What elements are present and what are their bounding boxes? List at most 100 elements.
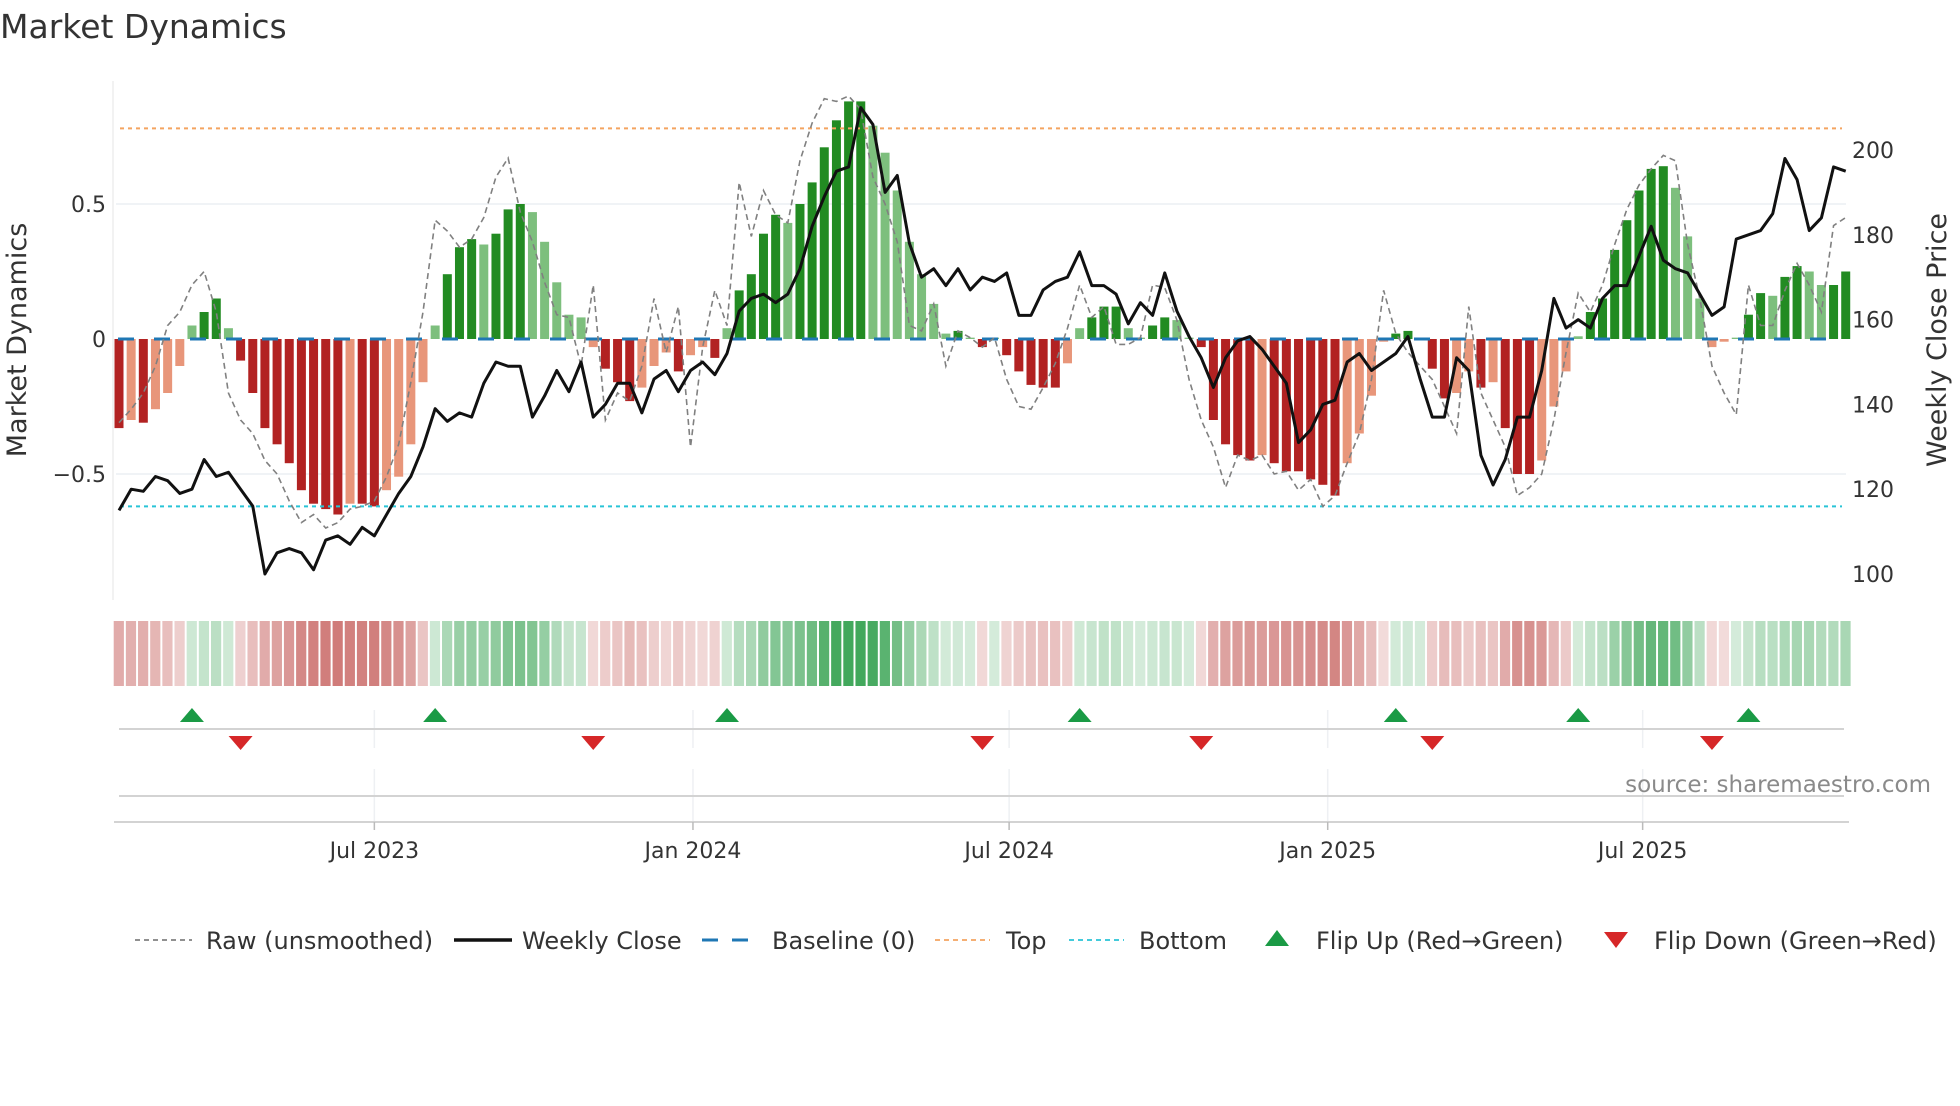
momentum-bar	[515, 204, 525, 339]
momentum-bar	[1488, 339, 1498, 383]
legend-label: Flip Down (Green→Red)	[1654, 927, 1937, 955]
heat-strip-cell	[648, 621, 659, 686]
momentum-bar	[783, 222, 793, 339]
momentum-bar	[309, 339, 319, 504]
legend-item: Weekly Close	[454, 927, 682, 955]
legend-label: Top	[1005, 927, 1047, 955]
heat-strip-cell	[1013, 621, 1024, 686]
heat-strip-cell	[1779, 621, 1790, 686]
heat-strip-cell	[733, 621, 745, 686]
heat-strip-cell	[344, 621, 355, 686]
legend-label: Raw (unsmoothed)	[206, 927, 433, 955]
heat-strip-cell	[904, 621, 915, 686]
momentum-bar	[284, 339, 294, 464]
momentum-bar	[199, 312, 209, 339]
legend-item: Flip Down (Green→Red)	[1604, 927, 1937, 955]
heat-strip-cell	[247, 621, 258, 686]
x-tick-label: Jul 2024	[962, 839, 1054, 864]
momentum-bar	[844, 101, 854, 340]
heat-strip-cell	[551, 621, 562, 686]
momentum-bar	[1014, 339, 1024, 372]
heat-strip-cell	[952, 621, 963, 686]
heat-strip-cell	[466, 621, 477, 686]
x-tick-label: Jan 2024	[642, 839, 741, 864]
heat-strip-cell	[977, 621, 988, 686]
heat-strip-cell	[1682, 621, 1693, 686]
heat-strip-cell	[660, 621, 672, 686]
momentum-bar	[357, 339, 367, 504]
heat-strip-cell	[490, 621, 501, 686]
heat-strip-cell	[1803, 621, 1815, 686]
momentum-bar	[138, 339, 148, 423]
momentum-bar	[248, 339, 258, 393]
y-tick-label: −0.5	[53, 463, 106, 488]
y-axis-label: Market Dynamics	[2, 223, 33, 458]
heat-strip-cell	[405, 621, 416, 686]
heat-strip-cell	[1451, 621, 1462, 686]
heat-strip-cell	[308, 621, 319, 686]
heat-strip-cell	[721, 621, 732, 686]
heat-strip-cell	[1110, 621, 1122, 686]
heat-strip-cell	[624, 621, 635, 686]
heat-strip-cell	[259, 621, 270, 686]
heat-strip-cell	[1658, 621, 1669, 686]
heat-strip-cell	[563, 621, 574, 686]
momentum-bar	[1792, 266, 1802, 339]
heat-strip-cell	[1755, 621, 1766, 686]
momentum-bar	[965, 337, 975, 339]
heat-strip-cell	[855, 621, 866, 686]
heat-strip-cell	[1475, 621, 1486, 686]
momentum-bar	[1549, 339, 1559, 407]
momentum-bar	[345, 339, 355, 504]
heat-strip-cell	[916, 621, 927, 686]
momentum-bar	[1160, 317, 1170, 339]
heat-strip-cell	[527, 621, 538, 686]
y2-tick-label: 140	[1852, 393, 1894, 418]
heat-strip-cell	[138, 621, 149, 686]
heat-strip-cell	[442, 621, 453, 686]
flip-up-marker	[1736, 708, 1761, 722]
momentum-bar	[1695, 298, 1705, 339]
heat-strip-cell	[113, 621, 124, 686]
flip-up-marker	[715, 708, 739, 722]
heat-strip-cell	[150, 621, 161, 686]
x-tick-label: Jul 2023	[328, 839, 420, 864]
momentum-bar	[831, 120, 841, 339]
heat-strip-cell	[587, 621, 599, 686]
momentum-bar	[369, 339, 379, 507]
legend-label: Weekly Close	[522, 927, 682, 955]
momentum-bar	[126, 339, 136, 420]
legend-label: Flip Up (Red→Green)	[1316, 927, 1564, 955]
momentum-bar	[1330, 339, 1340, 496]
x-tick-label: Jan 2025	[1277, 839, 1376, 864]
heat-strip-cell	[1244, 621, 1255, 686]
y-tick-label: 0	[92, 328, 106, 353]
momentum-bar	[1111, 306, 1121, 339]
legend-label: Bottom	[1139, 927, 1227, 955]
heat-strip-cell	[600, 621, 611, 686]
heat-strip-cell	[1256, 621, 1267, 686]
momentum-bar	[552, 282, 562, 339]
heat-strip-cell	[417, 621, 428, 686]
heat-strip-cell	[818, 621, 830, 686]
flip-up-marker	[1067, 708, 1092, 722]
heat-strip-cell	[1378, 621, 1389, 686]
heat-strip-cell	[381, 621, 392, 686]
momentum-bar	[321, 339, 331, 510]
heat-strip-cell	[1524, 621, 1535, 686]
heat-strip-cell	[1548, 621, 1559, 686]
heat-strip-cell	[831, 621, 842, 686]
flip-up-marker	[423, 708, 448, 722]
momentum-bar	[211, 298, 221, 339]
momentum-bar	[272, 339, 282, 445]
heat-strip-cell	[1585, 621, 1596, 686]
heat-strip-cell	[1050, 621, 1061, 686]
flip-down-marker	[970, 736, 995, 750]
heat-strip-cell	[758, 621, 769, 686]
y2-tick-label: 160	[1852, 309, 1894, 334]
momentum-bar	[1573, 336, 1583, 339]
heat-strip-cell	[1743, 621, 1754, 686]
heat-strip-cell	[1402, 621, 1413, 686]
source-label: source: sharemaestro.com	[1625, 772, 1931, 798]
heat-strip-cell	[186, 621, 197, 686]
